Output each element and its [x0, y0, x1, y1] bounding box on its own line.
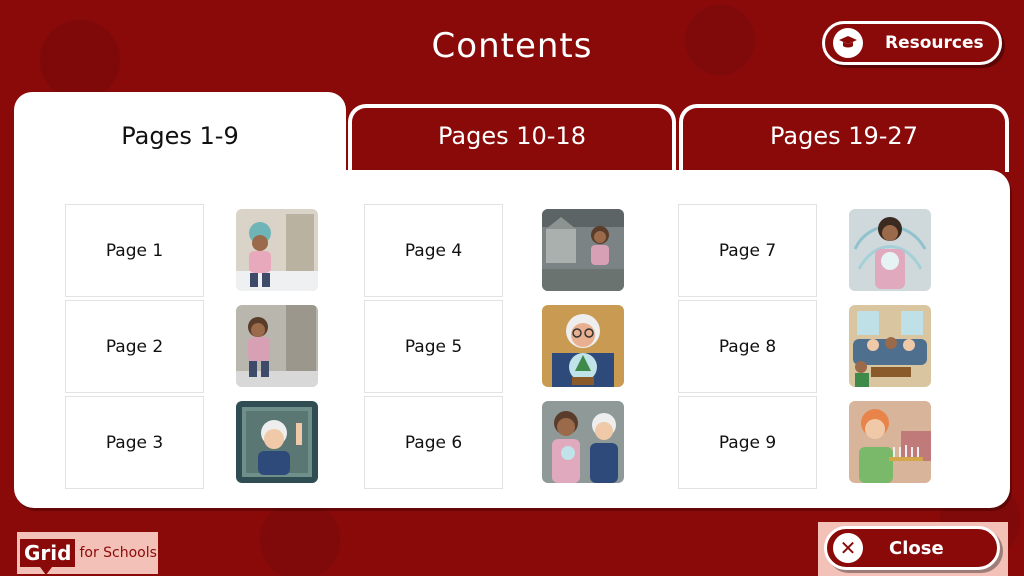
page-label: Page 3 — [105, 432, 164, 453]
page-4-button[interactable]: Page 4 — [364, 204, 503, 297]
tab-label: Pages 10-18 — [438, 122, 586, 150]
page-5-button[interactable]: Page 5 — [364, 300, 503, 393]
page-7-thumbnail[interactable] — [849, 209, 931, 291]
tab-pages-19-27[interactable]: Pages 19-27 — [679, 104, 1009, 172]
page-1-button[interactable]: Page 1 — [65, 204, 204, 297]
page-2-button[interactable]: Page 2 — [65, 300, 204, 393]
grid-for-schools-logo: Grid for Schools — [17, 532, 158, 575]
graduation-cap-icon — [833, 28, 863, 58]
page-label: Page 6 — [404, 432, 463, 453]
page-9-button[interactable]: Page 9 — [678, 396, 817, 489]
page-label: Page 4 — [404, 240, 463, 261]
resources-button[interactable]: Resources — [822, 21, 1002, 65]
page-6-thumbnail[interactable] — [542, 401, 624, 483]
page-8-thumbnail[interactable] — [849, 305, 931, 387]
tab-pages-10-18[interactable]: Pages 10-18 — [348, 104, 676, 172]
close-label: Close — [889, 537, 944, 559]
logo-grid-text: Grid — [20, 539, 76, 575]
tab-label: Pages 1-9 — [121, 122, 239, 150]
page-label: Page 8 — [718, 336, 777, 357]
page-5-thumbnail[interactable] — [542, 305, 624, 387]
resources-label: Resources — [885, 33, 984, 53]
page-label: Page 9 — [718, 432, 777, 453]
page-4-thumbnail[interactable] — [542, 209, 624, 291]
page-6-button[interactable]: Page 6 — [364, 396, 503, 489]
page-1-thumbnail[interactable] — [236, 209, 318, 291]
page-3-thumbnail[interactable] — [236, 401, 318, 483]
page-9-thumbnail[interactable] — [849, 401, 931, 483]
tab-pages-1-9[interactable]: Pages 1-9 — [14, 92, 346, 182]
page-label: Page 1 — [105, 240, 164, 261]
page-label: Page 5 — [404, 336, 463, 357]
close-icon: ✕ — [833, 533, 863, 563]
page-7-button[interactable]: Page 7 — [678, 204, 817, 297]
page-label: Page 7 — [718, 240, 777, 261]
logo-for-schools-text: for Schools — [79, 545, 157, 561]
page-8-button[interactable]: Page 8 — [678, 300, 817, 393]
page-label: Page 2 — [105, 336, 164, 357]
tab-label: Pages 19-27 — [770, 122, 918, 150]
close-button[interactable]: ✕ Close — [824, 526, 1000, 570]
page-3-button[interactable]: Page 3 — [65, 396, 204, 489]
page-2-thumbnail[interactable] — [236, 305, 318, 387]
